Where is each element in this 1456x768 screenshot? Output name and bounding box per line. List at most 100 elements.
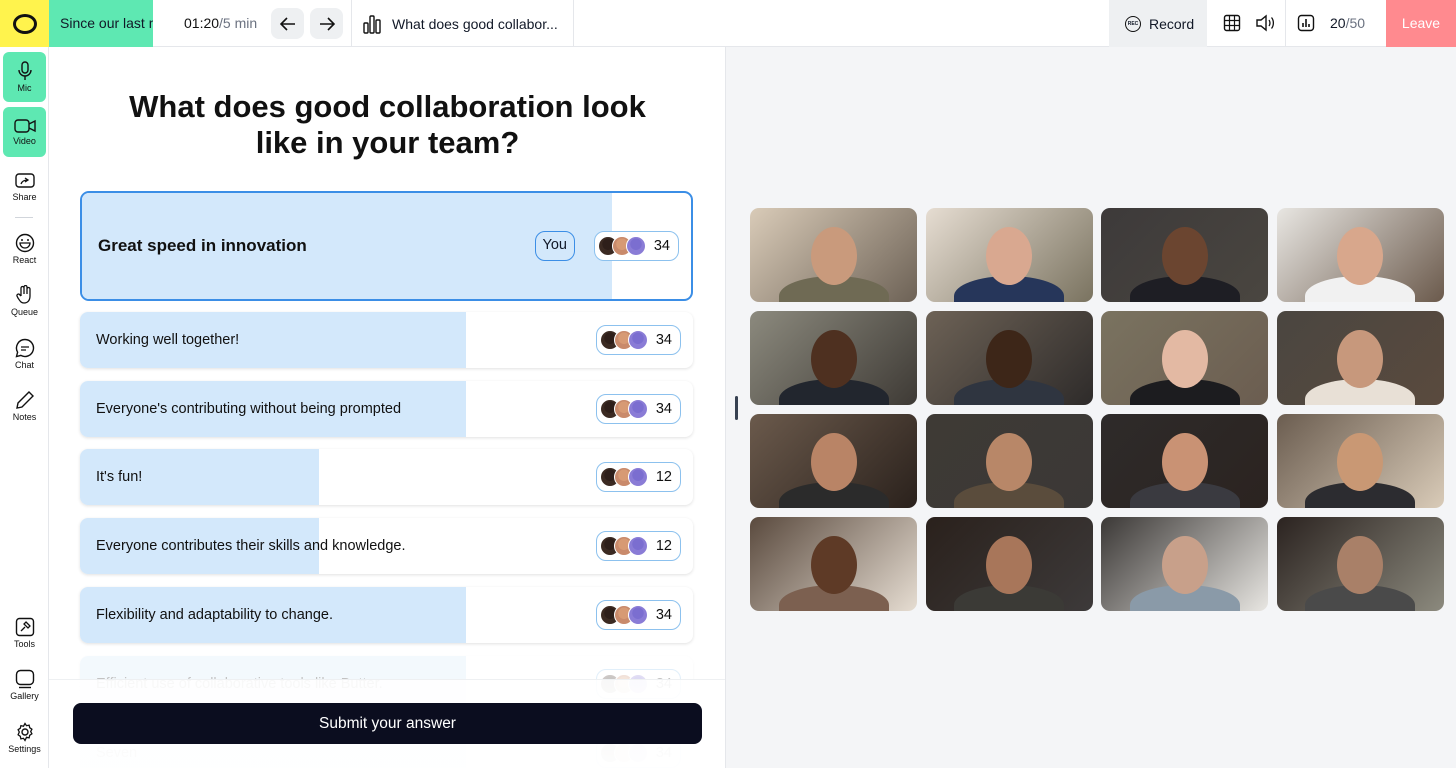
record-button[interactable]: REC Record — [1109, 0, 1207, 47]
resize-handle[interactable] — [735, 396, 738, 420]
participant-face — [986, 226, 1032, 285]
microphone-icon — [17, 61, 32, 80]
tools-icon — [15, 617, 34, 637]
participant-video-3[interactable] — [1101, 208, 1268, 302]
sidebar-item-label: Notes — [12, 412, 37, 422]
bar-chart-icon — [363, 14, 381, 34]
sidebar-item-video[interactable]: Video — [3, 107, 46, 157]
participant-video-5[interactable] — [750, 311, 917, 405]
vote-count: 34 — [655, 332, 672, 348]
poll-option[interactable]: Working well together! 34 — [80, 312, 693, 368]
sidebar-item-queue[interactable]: Queue — [3, 276, 46, 326]
vote-count-badge[interactable]: 12 — [595, 531, 681, 561]
sidebar-item-gallery[interactable]: Gallery — [3, 660, 46, 710]
sidebar-item-label: Gallery — [10, 691, 39, 701]
participant-video-7[interactable] — [1101, 311, 1268, 405]
avatar — [627, 330, 648, 350]
chat-bubble-icon — [15, 338, 34, 358]
timer-total: /5 min — [219, 15, 258, 31]
sidebar-item-react[interactable]: React — [3, 224, 46, 274]
smiley-icon — [15, 233, 34, 253]
voter-avatars — [599, 399, 648, 419]
sidebar-item-label: Video — [13, 136, 36, 146]
previous-button[interactable] — [271, 8, 304, 39]
poll-question: What does good collaboration look like i… — [49, 89, 725, 161]
participant-current: 20 — [1330, 15, 1346, 31]
poll-option-text: Flexibility and adaptability to change. — [96, 607, 333, 623]
sidebar-item-label: Share — [12, 191, 37, 202]
sidebar-item-mic[interactable]: Mic — [3, 52, 46, 102]
participant-face — [986, 535, 1032, 594]
sidebar-divider — [15, 217, 33, 218]
poll-option[interactable]: Everyone contributes their skills and kn… — [80, 518, 693, 574]
sidebar-item-label: Queue — [10, 307, 39, 317]
vote-count: 34 — [655, 607, 672, 623]
vote-count: 12 — [655, 538, 672, 554]
vote-count-badge[interactable]: 34 — [595, 325, 681, 355]
vote-count-badge[interactable]: 34 — [593, 231, 679, 261]
poll-panel: What does good collaboration look like i… — [49, 47, 726, 768]
vote-count: 34 — [653, 238, 670, 254]
participant-video-16[interactable] — [1276, 517, 1444, 611]
participant-face — [810, 226, 857, 285]
sidebar-item-notes[interactable]: Notes — [3, 381, 46, 431]
participant-face — [1161, 535, 1208, 594]
participant-video-8[interactable] — [1276, 311, 1444, 405]
participant-video-12[interactable] — [1276, 414, 1444, 508]
avatar — [627, 605, 648, 625]
left-sidebar: Mic Video Share React Queue Chat Notes T… — [0, 47, 49, 768]
stats-icon[interactable] — [1297, 14, 1315, 32]
participant-face — [810, 432, 857, 491]
poll-option-text: It's fun! — [96, 469, 143, 485]
participant-video-15[interactable] — [1101, 517, 1268, 611]
record-label: Record — [1149, 15, 1195, 32]
sidebar-item-chat[interactable]: Chat — [3, 329, 46, 379]
poll-option[interactable]: Everyone's contributing without being pr… — [80, 381, 693, 437]
participant-face — [1337, 226, 1383, 285]
speaker-icon[interactable] — [1255, 14, 1275, 32]
poll-option[interactable]: It's fun! 12 — [80, 449, 693, 505]
current-poll[interactable]: What does good collabor... — [362, 0, 558, 47]
sidebar-item-share[interactable]: Share — [3, 162, 46, 212]
avatar — [627, 467, 648, 487]
grid-view-icon[interactable] — [1223, 14, 1241, 32]
sidebar-item-settings[interactable]: Settings — [3, 713, 46, 763]
participant-video-11[interactable] — [1101, 414, 1268, 508]
participant-video-9[interactable] — [750, 414, 917, 508]
leave-button[interactable]: Leave — [1386, 0, 1456, 47]
poll-option[interactable]: Flexibility and adaptability to change. 3… — [80, 587, 693, 643]
agenda-item[interactable]: Since our last m... — [49, 0, 153, 47]
divider — [1285, 0, 1286, 47]
next-button[interactable] — [310, 8, 343, 39]
poll-option-text: Working well together! — [96, 332, 240, 348]
share-screen-icon — [14, 172, 35, 188]
video-grid — [726, 47, 1456, 768]
vote-count: 12 — [655, 469, 672, 485]
sidebar-item-label: Mic — [17, 83, 32, 93]
timer-value: 01:20 — [184, 15, 220, 31]
participant-video-10[interactable] — [925, 414, 1093, 508]
submit-answer-button[interactable]: Submit your answer — [73, 703, 702, 744]
participant-video-4[interactable] — [1276, 208, 1444, 302]
participant-video-2[interactable] — [925, 208, 1093, 302]
poll-option-text: Great speed in innovation — [98, 236, 307, 255]
vote-count-badge[interactable]: 34 — [595, 600, 681, 630]
logo-ring-icon — [12, 13, 37, 34]
app-logo[interactable] — [0, 0, 49, 47]
participant-video-6[interactable] — [925, 311, 1093, 405]
vote-count-badge[interactable]: 12 — [595, 462, 681, 492]
vote-count-badge[interactable]: 34 — [595, 394, 681, 424]
participant-face — [1161, 329, 1208, 388]
pencil-icon — [15, 391, 34, 409]
participant-video-1[interactable] — [750, 208, 917, 302]
participant-video-13[interactable] — [750, 517, 917, 611]
raised-hand-icon — [15, 285, 31, 304]
sidebar-item-tools[interactable]: Tools — [3, 608, 46, 658]
participant-video-14[interactable] — [925, 517, 1093, 611]
vote-count: 34 — [655, 401, 672, 417]
video-camera-icon — [13, 119, 36, 133]
voter-avatars — [599, 605, 648, 625]
poll-option-text: Everyone contributes their skills and kn… — [96, 538, 406, 554]
arrow-left-icon — [279, 16, 295, 31]
poll-option[interactable]: Great speed in innovation You 34 — [80, 191, 693, 301]
